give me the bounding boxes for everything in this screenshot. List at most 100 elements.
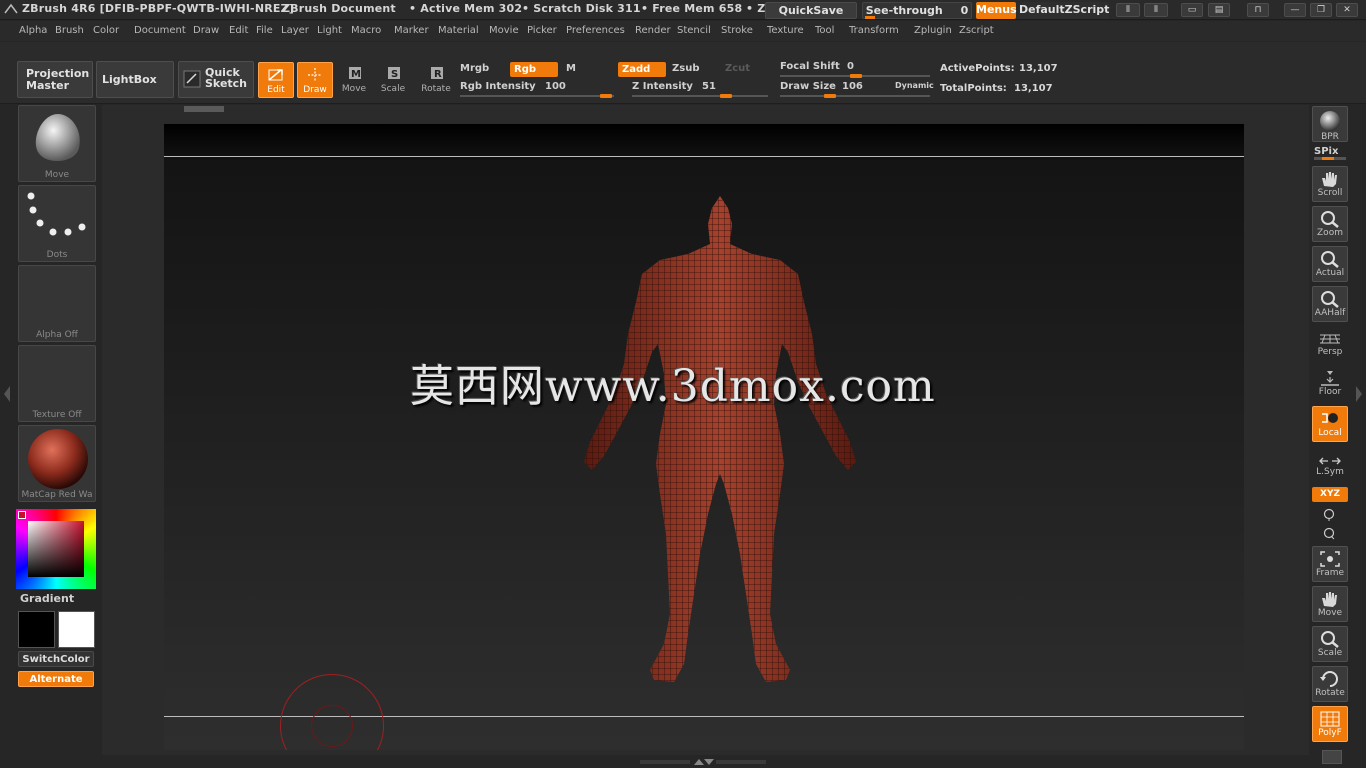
spix-slider[interactable] <box>1314 157 1346 160</box>
projection-master-button[interactable]: Projection Master <box>17 61 93 98</box>
secondary-color-swatch[interactable] <box>58 611 95 648</box>
menu-marker[interactable]: Marker <box>394 25 429 36</box>
menu-file[interactable]: File <box>256 25 273 36</box>
z-intensity-slider[interactable] <box>632 95 768 97</box>
layout-icon[interactable]: ▭ <box>1181 3 1203 17</box>
bpr-render-button[interactable]: BPR <box>1312 106 1348 142</box>
menu-texture[interactable]: Texture <box>767 25 804 36</box>
edit-button[interactable]: Edit <box>258 62 294 98</box>
material-selector[interactable]: MatCap Red Wa <box>18 425 96 502</box>
draw-size-slider[interactable] <box>780 95 930 97</box>
z-intensity-knob[interactable] <box>720 94 732 98</box>
rotate-button[interactable]: R Rotate <box>418 62 454 98</box>
color-picker-square[interactable] <box>28 521 84 577</box>
menu-zscript[interactable]: Zscript <box>959 25 994 36</box>
z-rotation-icon[interactable] <box>1322 526 1336 540</box>
texture-selector[interactable]: Texture Off <box>18 345 96 422</box>
dynamic-toggle[interactable]: Dynamic <box>895 81 934 90</box>
zoom-label: Zoom <box>1317 228 1343 238</box>
bottom-tray-toggle-icon[interactable] <box>640 758 766 766</box>
rgb-toggle[interactable]: Rgb <box>510 62 558 77</box>
restore-icon[interactable]: ❐ <box>1310 3 1332 17</box>
quicksave-button[interactable]: QuickSave <box>765 2 857 19</box>
palette-icon[interactable]: ▤ <box>1208 3 1230 17</box>
floor-button[interactable]: Floor <box>1312 366 1348 402</box>
left-tray-toggle-icon[interactable] <box>3 385 11 403</box>
right-tray-toggle-icon[interactable] <box>1355 385 1363 403</box>
zoom-button[interactable]: Zoom <box>1312 206 1348 242</box>
lsym-button[interactable]: L.Sym <box>1312 452 1348 482</box>
active-points-value: 13,107 <box>1019 63 1058 74</box>
color-picker[interactable] <box>16 509 96 589</box>
menu-render[interactable]: Render <box>635 25 671 36</box>
alternate-button[interactable]: Alternate <box>18 671 94 687</box>
scale-button[interactable]: S Scale <box>375 62 411 98</box>
scratch-disk: • Scratch Disk 311 <box>522 2 641 15</box>
menu-tool[interactable]: Tool <box>815 25 834 36</box>
rgb-intensity-knob[interactable] <box>600 94 612 98</box>
draw-button[interactable]: Draw <box>297 62 333 98</box>
alpha-selector[interactable]: Alpha Off <box>18 265 96 342</box>
shrink-icon[interactable]: ⦀ <box>1116 3 1140 17</box>
switch-color-button[interactable]: SwitchColor <box>18 651 94 667</box>
y-rotation-icon[interactable] <box>1322 507 1336 521</box>
persp-button[interactable]: Persp <box>1312 326 1348 362</box>
polyframe-button[interactable]: PolyF <box>1312 706 1348 742</box>
floor-label: Floor <box>1318 387 1342 397</box>
menu-color[interactable]: Color <box>93 25 119 36</box>
document-canvas[interactable]: 莫西网www.3dmox.com <box>164 124 1244 750</box>
xyz-rotation-toggle[interactable]: XYZ <box>1312 487 1348 502</box>
menu-zplugin[interactable]: Zplugin <box>914 25 952 36</box>
menu-picker[interactable]: Picker <box>527 25 557 36</box>
focal-shift-knob[interactable] <box>850 74 862 78</box>
menu-stencil[interactable]: Stencil <box>677 25 711 36</box>
free-mem: • Free Mem 658 <box>641 2 743 15</box>
rotate-view-button[interactable]: Rotate <box>1312 666 1348 702</box>
zcut-toggle[interactable]: Zcut <box>725 63 750 74</box>
menu-document[interactable]: Document <box>134 25 186 36</box>
menu-macro[interactable]: Macro <box>351 25 381 36</box>
brush-selector[interactable]: Move <box>18 105 96 182</box>
main-color-swatch[interactable] <box>18 611 55 648</box>
menu-draw[interactable]: Draw <box>193 25 219 36</box>
expand-icon[interactable]: ⦀ <box>1144 3 1168 17</box>
zadd-toggle[interactable]: Zadd <box>618 62 666 77</box>
menu-stroke[interactable]: Stroke <box>721 25 753 36</box>
rgb-intensity-slider[interactable] <box>460 95 614 97</box>
draw-size-knob[interactable] <box>824 94 836 98</box>
actual-button[interactable]: Actual <box>1312 246 1348 282</box>
scroll-button[interactable]: Scroll <box>1312 166 1348 202</box>
menu-preferences[interactable]: Preferences <box>566 25 625 36</box>
gradient-label[interactable]: Gradient <box>20 592 74 605</box>
zsub-toggle[interactable]: Zsub <box>672 63 699 74</box>
mrgb-toggle[interactable]: Mrgb <box>460 63 489 74</box>
matcap-red-sphere-icon <box>28 429 88 489</box>
menu-layer[interactable]: Layer <box>281 25 309 36</box>
menu-movie[interactable]: Movie <box>489 25 519 36</box>
see-through-slider[interactable]: See-through 0 <box>862 2 972 19</box>
lightbox-button[interactable]: LightBox <box>96 61 174 98</box>
canvas-scroll-tab[interactable] <box>184 106 224 112</box>
scale-view-button[interactable]: Scale <box>1312 626 1348 662</box>
transp-button[interactable] <box>1322 750 1342 764</box>
menus-button[interactable]: Menus <box>976 2 1017 19</box>
aahalf-button[interactable]: AAHalf <box>1312 286 1348 322</box>
lock-icon[interactable]: ⊓ <box>1247 3 1269 17</box>
stroke-selector[interactable]: Dots <box>18 185 96 262</box>
minimize-icon[interactable]: — <box>1284 3 1306 17</box>
menu-material[interactable]: Material <box>438 25 479 36</box>
character-model[interactable] <box>580 194 860 686</box>
move-view-button[interactable]: Move <box>1312 586 1348 622</box>
m-toggle[interactable]: M <box>566 63 576 74</box>
default-zscript-button[interactable]: DefaultZScript <box>1019 2 1109 19</box>
menu-alpha[interactable]: Alpha <box>19 25 47 36</box>
menu-brush[interactable]: Brush <box>55 25 84 36</box>
menu-edit[interactable]: Edit <box>229 25 248 36</box>
menu-light[interactable]: Light <box>317 25 342 36</box>
quick-sketch-button[interactable]: Quick Sketch <box>178 61 254 98</box>
frame-button[interactable]: Frame <box>1312 546 1348 582</box>
menu-transform[interactable]: Transform <box>849 25 899 36</box>
close-icon[interactable]: ✕ <box>1336 3 1358 17</box>
local-button[interactable]: Local <box>1312 406 1348 442</box>
move-button[interactable]: M Move <box>336 62 372 98</box>
